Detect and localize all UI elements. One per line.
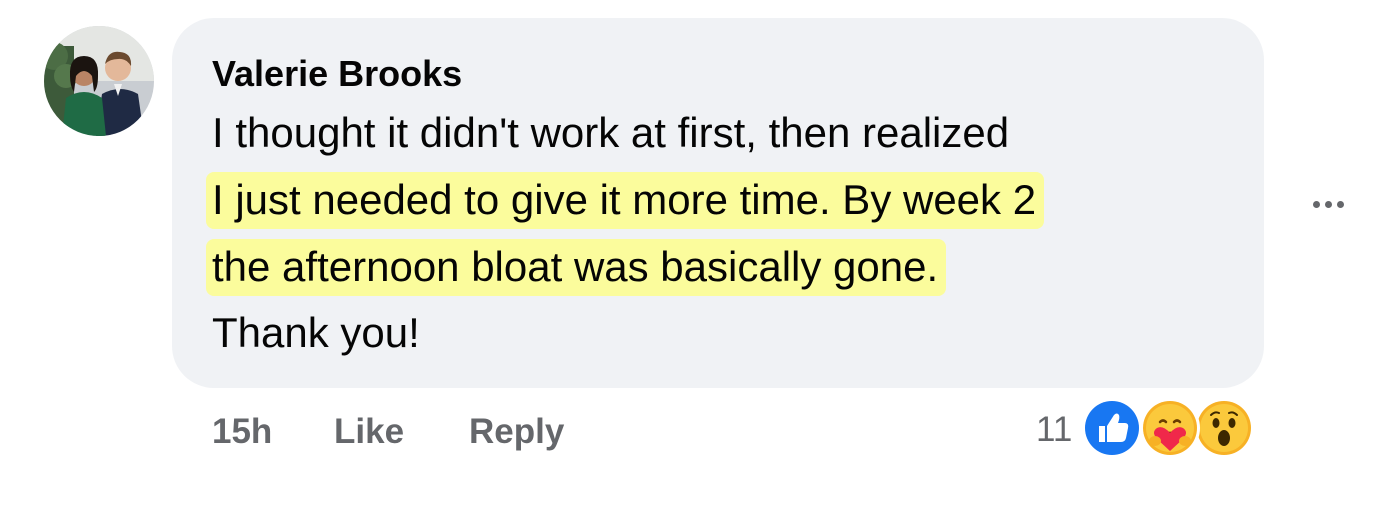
comment-text-line: Thank you! — [212, 308, 420, 358]
wow-icon — [1194, 398, 1254, 458]
avatar[interactable] — [44, 26, 154, 136]
reaction-count: 11 — [1036, 410, 1073, 449]
comment-bubble: Valerie Brooks I thought it didn't work … — [172, 18, 1264, 388]
like-icon — [1082, 398, 1142, 458]
comment-text: Thank you! — [212, 309, 420, 356]
care-icon — [1140, 398, 1200, 458]
comment-text-line: I just needed to give it more time. By w… — [206, 172, 1045, 229]
highlighted-text: I just needed to give it more time. By w… — [206, 172, 1045, 229]
ellipsis-icon — [1312, 200, 1344, 208]
comment-text-line: the afternoon bloat was basically gone. — [206, 239, 947, 296]
comment-text: I thought it didn't work at first, then … — [212, 109, 1010, 156]
reply-button[interactable]: Reply — [469, 410, 564, 454]
more-options-button[interactable] — [1300, 180, 1356, 228]
avatar-photo — [44, 26, 154, 136]
comment-author[interactable]: Valerie Brooks — [212, 54, 462, 94]
highlighted-text: the afternoon bloat was basically gone. — [206, 239, 947, 296]
like-button[interactable]: Like — [334, 410, 404, 454]
comment-text-line: I thought it didn't work at first, then … — [212, 108, 1009, 158]
comment-timestamp[interactable]: 15h — [212, 410, 272, 454]
